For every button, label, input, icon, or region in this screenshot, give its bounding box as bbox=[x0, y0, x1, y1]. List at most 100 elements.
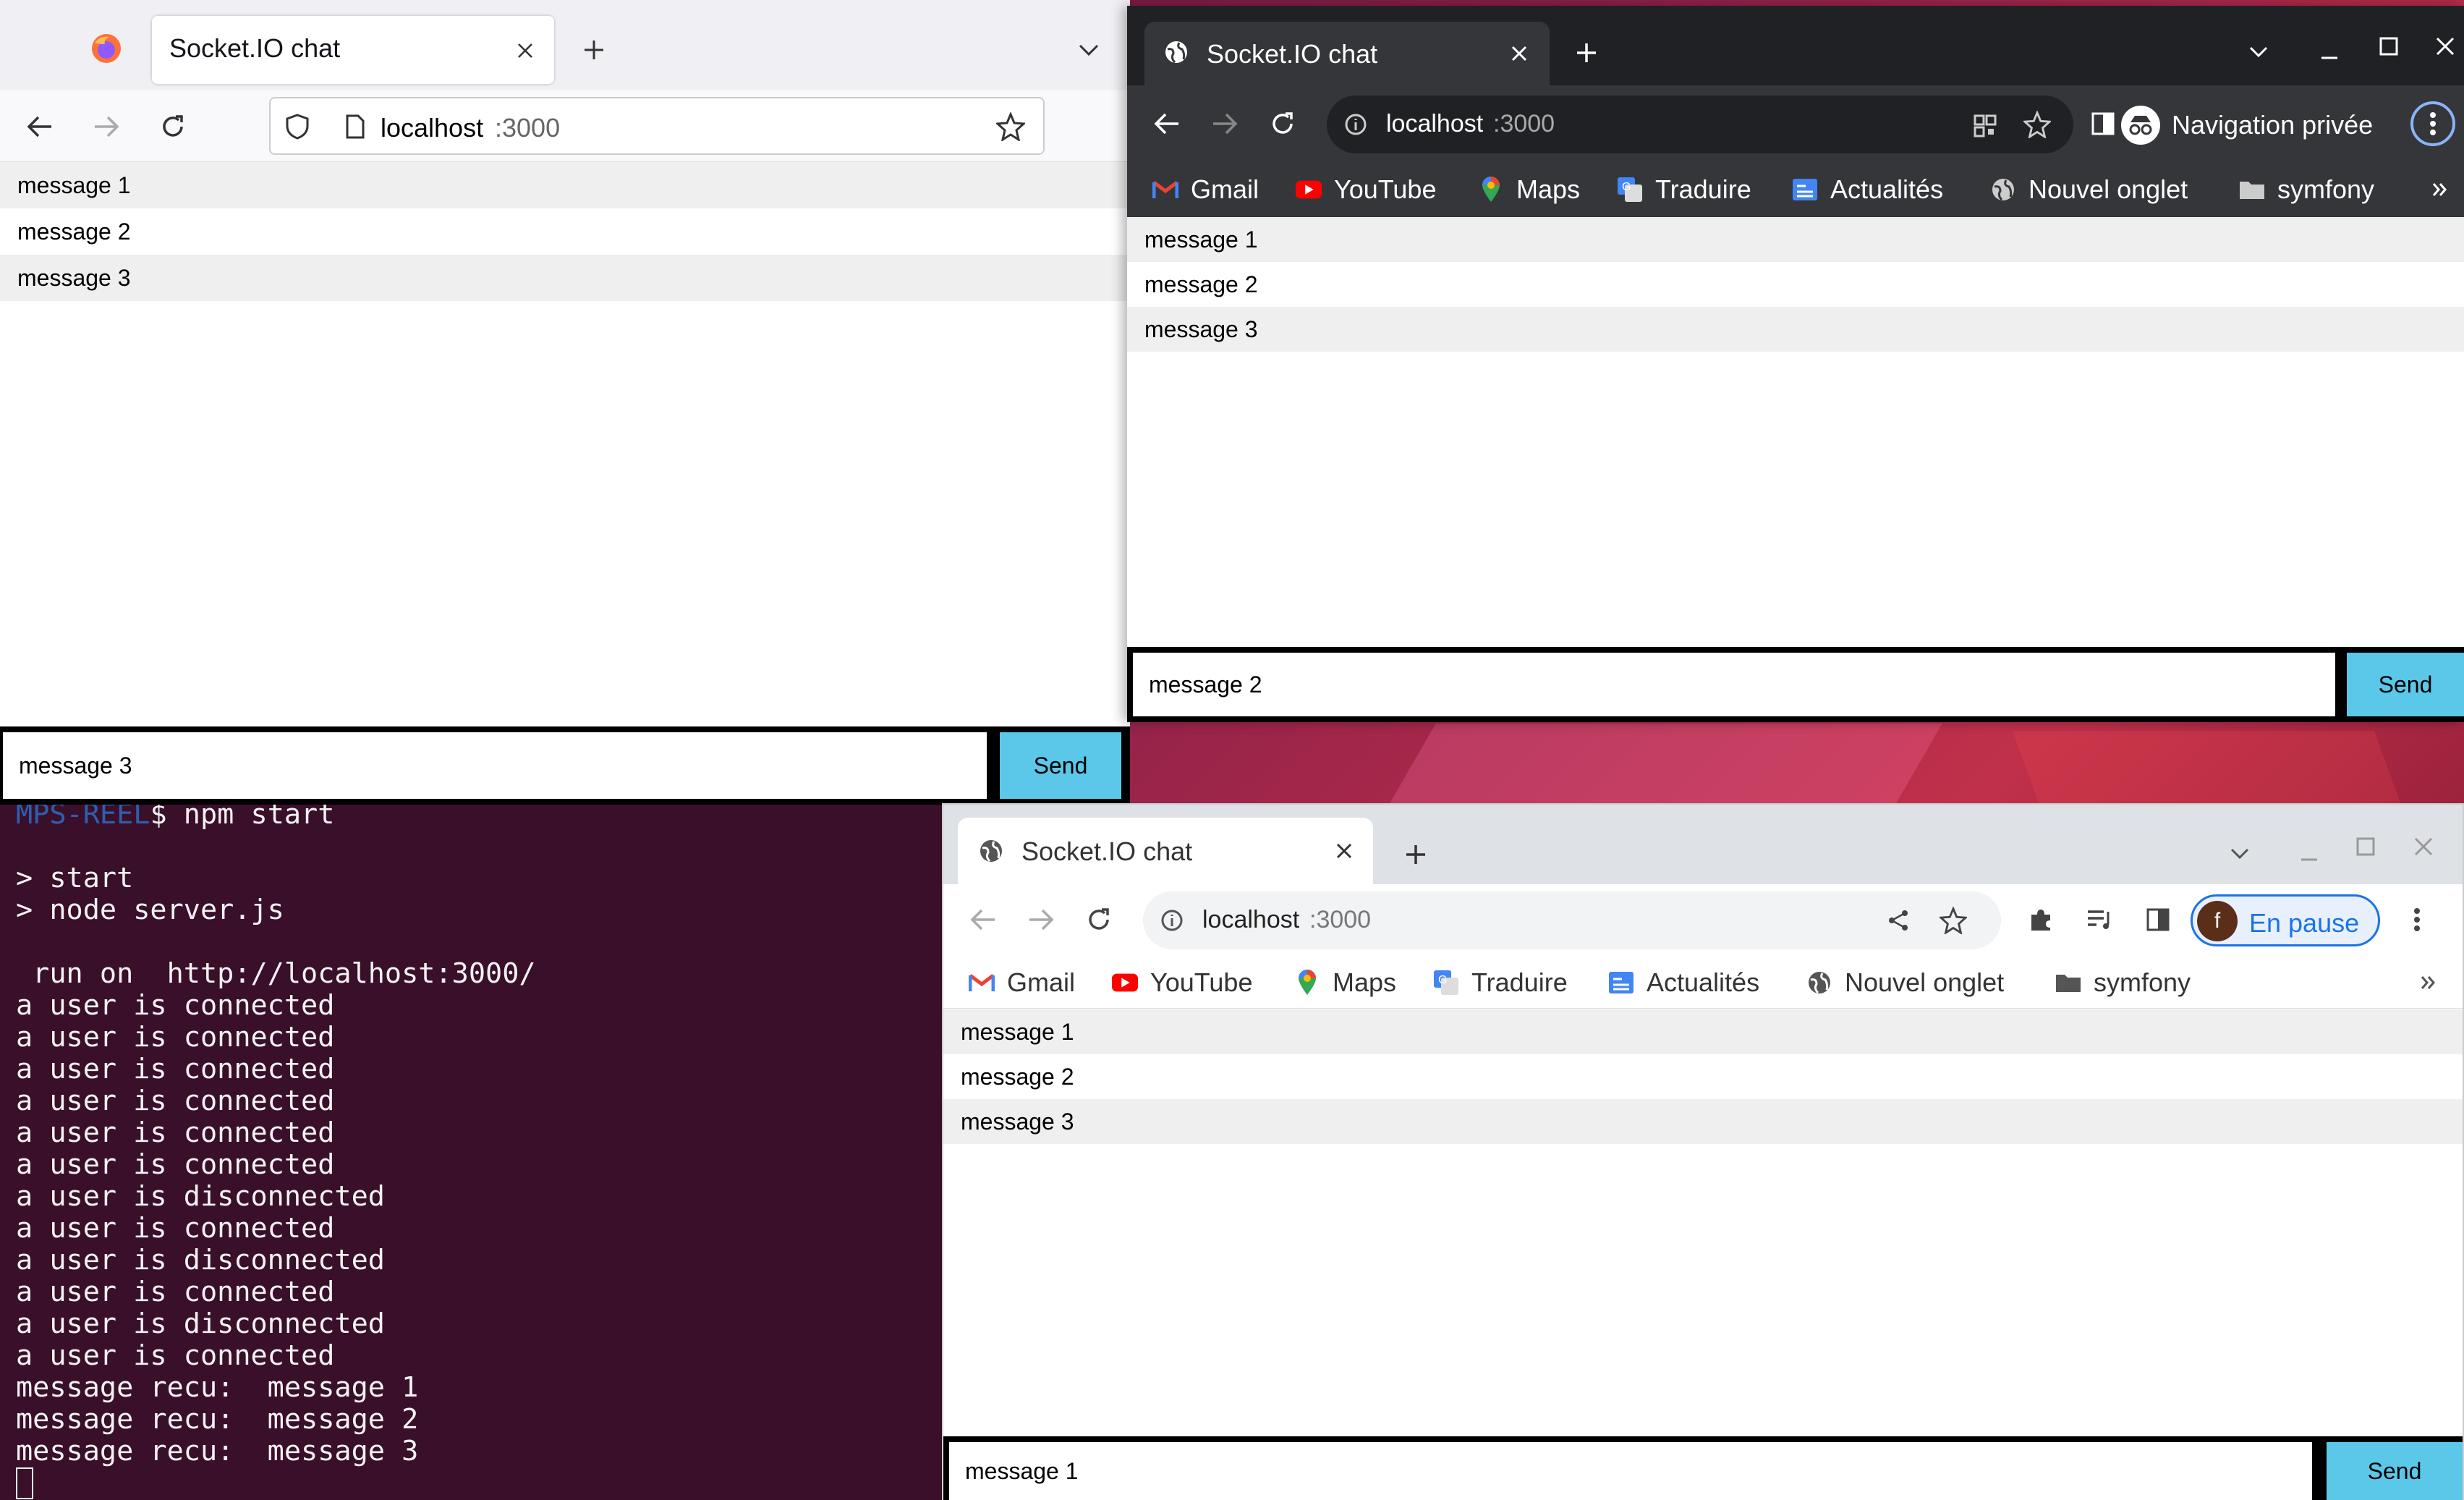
message-item: message 1 bbox=[943, 1009, 2463, 1054]
back-arrow-icon[interactable] bbox=[1149, 106, 1185, 142]
tab-bar: Socket.IO chat bbox=[0, 0, 1130, 90]
message-input[interactable]: message 1 bbox=[949, 1442, 2312, 1500]
incognito-profile-button[interactable]: Navigation privée bbox=[2112, 96, 2399, 153]
bookmark-nouvel-onglet[interactable]: Nouvel onglet bbox=[1806, 957, 2004, 1009]
maps-pin-icon bbox=[1477, 176, 1505, 203]
media-queue-icon[interactable] bbox=[2083, 903, 2117, 936]
chrome-window: Socket.IO chat localhost:3000 f En paus… bbox=[942, 803, 2464, 1500]
page-content: message 1 message 2 message 3 bbox=[0, 162, 1130, 726]
news-icon bbox=[1791, 176, 1819, 203]
back-arrow-icon[interactable] bbox=[22, 109, 58, 145]
bookmark-maps[interactable]: Maps bbox=[1293, 957, 1396, 1009]
url-bar[interactable]: localhost :3000 bbox=[1327, 96, 2073, 153]
message-input[interactable]: message 2 bbox=[1133, 653, 2335, 716]
side-panel-icon[interactable] bbox=[2141, 903, 2175, 936]
url-bar[interactable]: localhost :3000 bbox=[269, 97, 1045, 155]
bookmarks-bar: Gmail YouTube Maps G Traduire Actualités … bbox=[943, 957, 2463, 1009]
globe-icon bbox=[975, 835, 1007, 867]
minimize-icon[interactable] bbox=[2293, 838, 2325, 870]
message-input[interactable]: message 3 bbox=[3, 732, 987, 799]
send-button[interactable]: Send bbox=[1000, 732, 1121, 799]
terminal-line: a user is connected bbox=[16, 1148, 335, 1181]
bookmark-actualites[interactable]: Actualités bbox=[1607, 957, 1759, 1009]
bookmark-traduire[interactable]: G Traduire bbox=[1432, 957, 1568, 1009]
svg-text:G: G bbox=[1438, 974, 1447, 986]
menu-kebab-icon[interactable] bbox=[2410, 101, 2455, 146]
back-arrow-icon[interactable] bbox=[965, 902, 1001, 938]
site-info-icon[interactable] bbox=[1157, 906, 1186, 935]
url-host: localhost bbox=[1202, 906, 1300, 933]
bookmark-gmail[interactable]: Gmail bbox=[968, 957, 1075, 1009]
reload-icon[interactable] bbox=[155, 109, 191, 145]
forward-arrow-icon[interactable] bbox=[1023, 902, 1059, 938]
tab-title: Socket.IO chat bbox=[1207, 39, 1378, 69]
bookmark-folder-symfony[interactable]: symfony bbox=[2055, 957, 2191, 1009]
profile-paused-button[interactable]: f En pause bbox=[2191, 894, 2380, 946]
terminal-line: a user is disconnected bbox=[16, 1244, 385, 1276]
bookmark-nouvel-onglet[interactable]: Nouvel onglet bbox=[1989, 164, 2188, 216]
terminal-output: > start > node server.js run on http://lo… bbox=[16, 831, 948, 1467]
new-tab-icon[interactable] bbox=[1398, 836, 1434, 873]
youtube-icon bbox=[1295, 176, 1322, 203]
url-port: :3000 bbox=[495, 113, 561, 143]
close-window-icon[interactable] bbox=[2429, 30, 2461, 62]
globe-icon bbox=[1989, 176, 2017, 203]
message-item: message 2 bbox=[1144, 271, 1258, 297]
close-window-icon[interactable] bbox=[2408, 831, 2439, 863]
share-icon[interactable] bbox=[1882, 904, 1914, 936]
close-tab-icon[interactable] bbox=[1503, 38, 1535, 69]
maximize-icon[interactable] bbox=[2373, 30, 2405, 62]
page-content: message 1 message 2 message 3 bbox=[943, 1009, 2463, 1436]
send-button[interactable]: Send bbox=[2327, 1442, 2463, 1500]
globe-icon bbox=[1806, 969, 1833, 996]
tab-search-chevron-icon[interactable] bbox=[2243, 36, 2274, 68]
chat-form: message 2 Send bbox=[1127, 647, 2464, 722]
chat-form: message 1 Send bbox=[943, 1436, 2463, 1500]
list-tabs-chevron-icon[interactable] bbox=[1071, 32, 1107, 68]
new-tab-icon[interactable] bbox=[1568, 35, 1605, 71]
forward-arrow-icon[interactable] bbox=[88, 109, 124, 145]
message-item: message 1 bbox=[1127, 217, 2464, 262]
reload-icon[interactable] bbox=[1081, 902, 1117, 938]
tracking-shield-icon[interactable] bbox=[279, 109, 315, 145]
send-button[interactable]: Send bbox=[2347, 653, 2464, 716]
bookmark-actualites[interactable]: Actualités bbox=[1791, 164, 1943, 216]
bookmark-star-icon[interactable] bbox=[993, 109, 1029, 145]
terminal-window[interactable]: MPS-REEL$ npm start > start > node server… bbox=[0, 796, 948, 1500]
tab-search-chevron-icon[interactable] bbox=[2224, 838, 2256, 870]
bookmark-maps[interactable]: Maps bbox=[1477, 164, 1580, 216]
tab-active[interactable]: Socket.IO chat bbox=[1144, 22, 1550, 85]
url-host: localhost bbox=[1386, 110, 1484, 137]
tab-bar: Socket.IO chat bbox=[943, 805, 2463, 884]
more-bookmarks-chevron-icon[interactable] bbox=[2412, 967, 2444, 999]
more-bookmarks-chevron-icon[interactable] bbox=[2423, 174, 2455, 205]
minimize-icon[interactable] bbox=[2314, 36, 2345, 68]
bookmark-youtube[interactable]: YouTube bbox=[1111, 957, 1252, 1009]
url-bar[interactable]: localhost :3000 bbox=[1143, 891, 2001, 949]
bookmark-folder-symfony[interactable]: symfony bbox=[2238, 164, 2374, 216]
bookmark-traduire[interactable]: G Traduire bbox=[1616, 164, 1751, 216]
close-tab-icon[interactable] bbox=[509, 35, 541, 67]
reload-icon[interactable] bbox=[1265, 106, 1301, 142]
chat-form: message 3 Send bbox=[0, 726, 1130, 805]
bookmark-gmail[interactable]: Gmail bbox=[1152, 164, 1259, 216]
site-info-icon[interactable] bbox=[1341, 110, 1370, 139]
terminal-line: a user is connected bbox=[16, 1053, 335, 1085]
qr-code-icon[interactable] bbox=[1969, 110, 2001, 142]
extensions-puzzle-icon[interactable] bbox=[2024, 903, 2057, 936]
bookmark-youtube[interactable]: YouTube bbox=[1295, 164, 1436, 216]
forward-arrow-icon[interactable] bbox=[1207, 106, 1243, 142]
maximize-icon[interactable] bbox=[2350, 831, 2382, 863]
tab-active[interactable]: Socket.IO chat bbox=[152, 16, 554, 84]
bookmark-star-icon[interactable] bbox=[2021, 109, 2053, 140]
nav-toolbar: localhost :3000 Navigation privée bbox=[1127, 85, 2464, 164]
new-tab-icon[interactable] bbox=[576, 32, 612, 68]
close-tab-icon[interactable] bbox=[1328, 835, 1360, 867]
bookmark-star-icon[interactable] bbox=[1937, 904, 1969, 936]
tab-active[interactable]: Socket.IO chat bbox=[958, 818, 1373, 884]
menu-kebab-icon[interactable] bbox=[2400, 903, 2434, 936]
bookmarks-bar: Gmail YouTube Maps G Traduire Actualités … bbox=[1127, 164, 2464, 217]
gmail-icon bbox=[968, 969, 995, 996]
messages-list: message 1 message 2 message 3 bbox=[943, 1009, 2463, 1144]
